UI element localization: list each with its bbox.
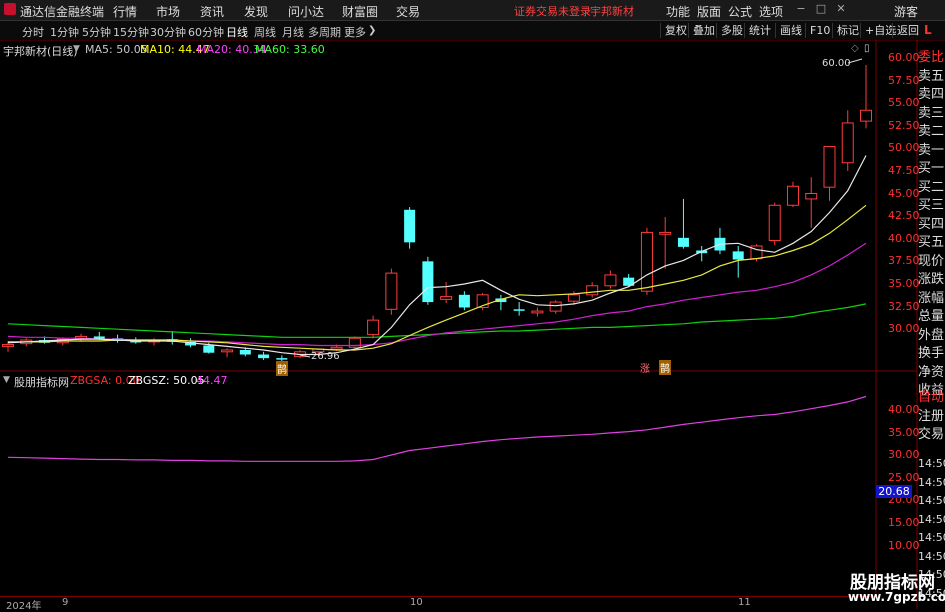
candle-body [239, 350, 251, 355]
sidebar-items_red-0[interactable]: 委比 [918, 46, 945, 65]
price-tick: 55.00 [888, 96, 920, 110]
candle-body [604, 274, 617, 287]
candle-body [440, 296, 453, 300]
date-label-year: 2024年 [6, 601, 42, 612]
price-tick: 60.00 [888, 51, 920, 64]
sidebar-items_buy-4[interactable]: 买五 [918, 231, 945, 250]
indicator-tick: 30.00 [888, 448, 920, 462]
sidebar-items_lower-1[interactable]: 交易 [918, 423, 945, 442]
sidebar-time-1: 14:50 [918, 475, 945, 489]
candle-body [221, 349, 234, 353]
candle-body [805, 193, 818, 200]
sidebar-items_sell-3[interactable]: 卖二 [918, 120, 945, 139]
sidebar-items_buy-2[interactable]: 买三 [918, 194, 945, 213]
candle-body [458, 294, 470, 308]
indicator-tick: 10.00 [888, 538, 920, 552]
candle-body [330, 346, 343, 350]
indicator-tick: 15.00 [888, 516, 920, 529]
candle-body [677, 237, 689, 247]
sidebar-items_lower_red-0[interactable]: 自动 [918, 386, 945, 405]
sidebar-time-3: 14:50 [918, 512, 945, 526]
ma60-line [7, 303, 867, 338]
price-tick: 47.50 [888, 164, 920, 177]
price-tick: 40.00 [888, 231, 920, 245]
candle-body [276, 358, 288, 360]
sidebar-items_buy-1[interactable]: 买二 [918, 176, 945, 195]
marker-1[interactable]: 鹊 [276, 361, 288, 376]
date-label-nov: 11 [738, 597, 751, 608]
sidebar-items_sell-2[interactable]: 卖三 [918, 102, 945, 121]
sidebar-items_buy-0[interactable]: 买一 [918, 157, 945, 176]
sidebar-items_info-6[interactable]: 净资 [918, 361, 945, 380]
candle-body [258, 354, 270, 359]
candle-body [823, 145, 836, 188]
sidebar-items_lower-0[interactable]: 注册 [918, 405, 945, 424]
candle-body [567, 294, 580, 302]
price-tick: 30.00 [888, 322, 920, 336]
sidebar-time-0: 14:50 [918, 457, 945, 470]
sidebar-time-5: 14:50 [918, 549, 945, 563]
candle-body [531, 310, 544, 314]
price-tick: 35.00 [888, 277, 920, 290]
marker-3[interactable]: 鹊 [659, 360, 671, 375]
candle-body [640, 231, 653, 292]
candle-body [659, 231, 672, 235]
indicator-line [7, 395, 867, 462]
current-indicator-value: 20.68 [876, 485, 912, 498]
sidebar-items_info-3[interactable]: 总量 [918, 305, 945, 324]
candle-body [367, 319, 380, 336]
candle-body [203, 345, 215, 353]
sidebar-items_sell-1[interactable]: 卖四 [918, 83, 945, 102]
candle-body [768, 204, 781, 242]
candle-body [586, 285, 599, 296]
indicator-tick: 40.00 [888, 403, 920, 416]
sidebar-items_info-4[interactable]: 外盘 [918, 324, 945, 343]
candle-body [841, 122, 854, 164]
price-tick: 50.00 [888, 141, 920, 155]
candle-body [549, 301, 562, 312]
candle-body [786, 185, 799, 206]
sidebar-items_info-5[interactable]: 换手 [918, 342, 945, 361]
candle-body [513, 309, 525, 311]
date-label-sep: 9 [62, 597, 69, 608]
candle-body [385, 272, 398, 310]
low-price-label: 26.96 [311, 351, 340, 362]
price-tick: 42.50 [888, 209, 920, 223]
high-price-label: 60.00 [822, 58, 851, 69]
candle-body [732, 251, 744, 260]
date-label-oct: 10 [410, 597, 423, 608]
sidebar-items_sell-0[interactable]: 卖五 [918, 65, 945, 84]
candle-body [2, 344, 14, 347]
price-tick: 45.00 [888, 186, 920, 200]
sidebar-items_buy-3[interactable]: 买四 [918, 213, 945, 232]
sidebar-items_info-2[interactable]: 涨幅 [918, 287, 945, 306]
sidebar-items_sell-4[interactable]: 卖一 [918, 139, 945, 158]
candle-body [404, 209, 416, 243]
price-tick: 37.50 [888, 254, 920, 268]
price-tick: 32.50 [888, 299, 920, 313]
price-tick: 57.50 [888, 73, 920, 87]
sidebar-time-2: 14:50 [918, 494, 945, 507]
watermark-url: www.7gpzb.com [848, 590, 945, 604]
sidebar-items_info-1[interactable]: 涨跌 [918, 268, 945, 287]
marker-2[interactable]: 涨 [640, 360, 650, 375]
sidebar-time-4: 14:50 [918, 531, 945, 544]
candle-body [860, 109, 872, 122]
indicator-tick: 25.00 [888, 470, 920, 484]
sidebar-items_info-0[interactable]: 现价 [918, 250, 945, 269]
indicator-tick: 35.00 [888, 425, 920, 439]
ma10-line [8, 204, 867, 351]
price-tick: 52.50 [888, 118, 920, 132]
kline-chart[interactable] [0, 0, 945, 609]
candle-body [422, 261, 434, 303]
